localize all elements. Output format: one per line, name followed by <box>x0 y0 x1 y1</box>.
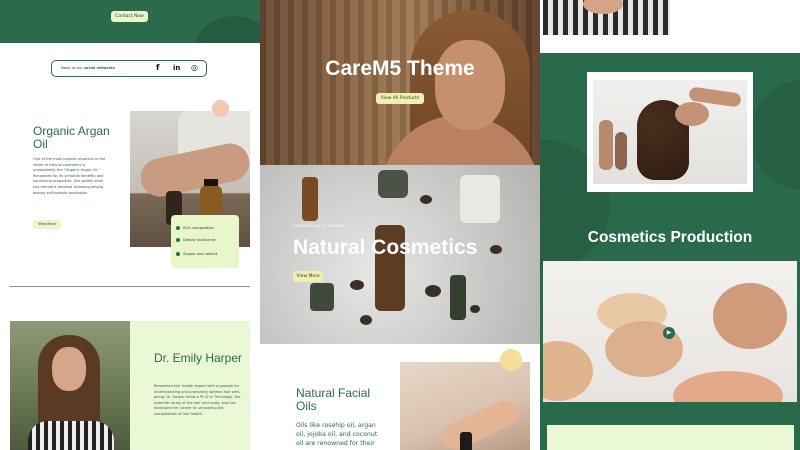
section-divider <box>10 286 250 287</box>
linkedin-icon[interactable]: in <box>173 64 180 72</box>
facial-oils-image <box>400 362 530 450</box>
powder-lid <box>713 283 787 349</box>
right-top-card <box>540 0 800 53</box>
facial-oils-title: Natural Facial Oils <box>296 386 371 413</box>
striped-shirt-image <box>543 0 670 35</box>
decor-circle <box>190 16 260 43</box>
dropper-bottle <box>302 177 318 221</box>
right-column: Cosmetics Production ▶ <box>540 0 800 450</box>
facebook-icon[interactable]: f <box>156 63 159 72</box>
social-prefix: News on our <box>61 66 83 70</box>
hair-care-image <box>593 80 747 184</box>
jar <box>378 170 408 198</box>
decor-dot <box>500 349 522 371</box>
contact-now-button[interactable]: Contact Now <box>111 11 148 22</box>
natural-cosmetics-kicker: HARMONY WITH NATURE <box>293 223 345 228</box>
powder-lid <box>673 371 783 402</box>
decor-blob <box>750 80 800 190</box>
cosmetics-production-title: Cosmetics Production <box>587 229 753 246</box>
argan-oil-description: One of the most popular products in the … <box>33 157 106 195</box>
natural-cosmetics-title: Natural Cosmetics <box>293 236 478 259</box>
doctor-section: Dr. Emily Harper Renowned hair health ex… <box>10 321 250 450</box>
decor-dot <box>212 100 229 117</box>
doctor-name: Dr. Emily Harper <box>154 351 243 365</box>
cream-jar <box>460 175 500 223</box>
left-top-banner: Contact Now <box>0 0 260 43</box>
feature-item: Supple and radiant <box>176 252 217 256</box>
small-jar <box>310 283 334 311</box>
right-bottom-card <box>547 425 794 450</box>
middle-column: CareM5 Theme View All Products HARMONY W… <box>260 0 540 450</box>
feature-item: Deeply moisturize <box>176 238 216 242</box>
feature-item: Rich composition <box>176 226 214 230</box>
doctor-description: Renowned hair health expert with a passi… <box>154 384 241 416</box>
social-text: News on our social networks <box>61 66 115 70</box>
play-icon[interactable]: ▶ <box>663 327 675 339</box>
social-highlight[interactable]: social networks <box>84 66 115 70</box>
green-bottle <box>450 275 466 320</box>
powder-image: ▶ <box>543 261 797 402</box>
hero-title: CareM5 Theme <box>325 57 475 80</box>
view-all-products-button[interactable]: View All Products <box>376 93 424 104</box>
social-bar: News on our social networks f in ◎ <box>51 60 207 77</box>
argan-oil-title: Organic Argan Oil <box>33 124 110 151</box>
hero-banner: CareM5 Theme View All Products <box>260 0 540 165</box>
instagram-icon[interactable]: ◎ <box>191 63 198 72</box>
argan-view-more-button[interactable]: View More <box>33 220 61 229</box>
left-column: Contact Now News on our social networks … <box>0 0 260 450</box>
doctor-photo <box>10 321 130 450</box>
hair-care-card <box>587 72 753 192</box>
facial-oils-description: Oils like rosehip oil, argan oil, jojoba… <box>296 422 378 447</box>
powder-lid <box>543 341 593 401</box>
natural-cosmetics-view-more-button[interactable]: View More <box>293 271 323 282</box>
natural-cosmetics-banner: HARMONY WITH NATURE Natural Cosmetics Vi… <box>260 165 540 344</box>
features-box: Rich composition Deeply moisturize Suppl… <box>171 215 239 268</box>
